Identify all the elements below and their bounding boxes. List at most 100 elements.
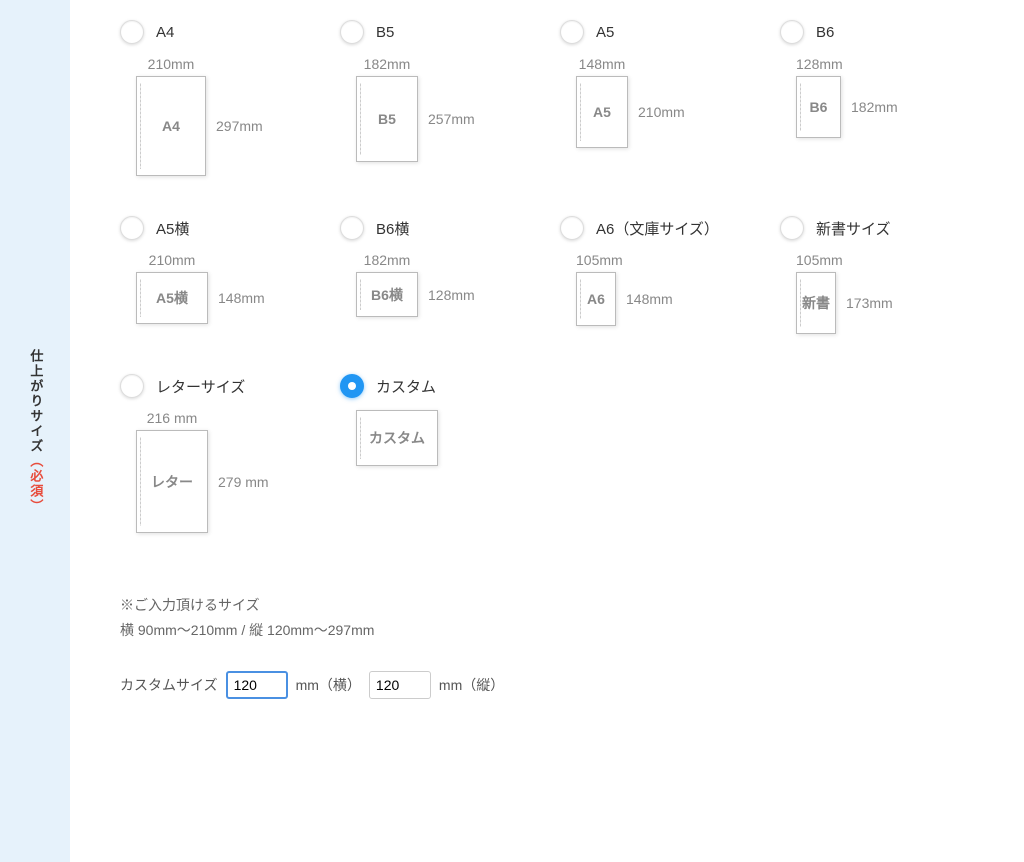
size-option-label: カスタム bbox=[376, 376, 436, 397]
page-preview-row: レター 279 mm bbox=[136, 430, 269, 533]
height-dimension: 279 mm bbox=[218, 474, 269, 490]
section-title: 仕上がりサイズ（必須） bbox=[25, 349, 46, 514]
page-preview-row: A6 148mm bbox=[576, 272, 673, 326]
page-preview-row: B6横 128mm bbox=[356, 272, 475, 317]
size-option-label: A5横 bbox=[156, 218, 189, 239]
size-option-label: B5 bbox=[376, 24, 394, 41]
page-preview-row: A4 297mm bbox=[136, 76, 263, 176]
size-option: 新書サイズ 105mm 新書 173mm bbox=[780, 216, 1000, 334]
main-content: A4 210mm A4 297mm B5 182mm B5 257mm A5 148mm A5 210… bbox=[70, 0, 1024, 862]
radio-button[interactable] bbox=[340, 20, 364, 44]
height-dimension: 148mm bbox=[218, 290, 265, 306]
radio-button[interactable] bbox=[120, 216, 144, 240]
page-preview-box: B6 bbox=[796, 76, 841, 138]
note-line-2: 横 90mm～210mm / 縦 120mm～297mm bbox=[120, 618, 1004, 643]
page-preview-box: B6横 bbox=[356, 272, 418, 317]
size-option-label: A6（文庫サイズ） bbox=[596, 218, 719, 239]
size-option: レターサイズ 216 mm レター 279 mm bbox=[120, 374, 340, 533]
size-option-label: B6横 bbox=[376, 218, 409, 239]
size-radio-row[interactable]: B5 bbox=[340, 20, 560, 44]
size-option-label: レターサイズ bbox=[156, 376, 245, 397]
page-preview-box: A5横 bbox=[136, 272, 208, 324]
custom-size-row: カスタムサイズ mm（横） mm（縦） bbox=[120, 671, 1004, 699]
height-dimension: 257mm bbox=[428, 111, 475, 127]
custom-width-input[interactable] bbox=[226, 671, 288, 699]
size-diagram: 210mm A4 297mm bbox=[136, 56, 340, 176]
size-diagram: 105mm A6 148mm bbox=[576, 252, 780, 326]
size-option: B6横 182mm B6横 128mm bbox=[340, 216, 560, 334]
width-dimension: 105mm bbox=[576, 252, 616, 268]
size-option-label: A5 bbox=[596, 24, 614, 41]
width-dimension: 210mm bbox=[136, 252, 208, 268]
size-radio-row[interactable]: B6 bbox=[780, 20, 1000, 44]
size-option: A6（文庫サイズ） 105mm A6 148mm bbox=[560, 216, 780, 334]
page-preview-row: B6182mm bbox=[796, 76, 898, 138]
section-title-text: 仕上がりサイズ bbox=[28, 349, 43, 454]
size-radio-row[interactable]: A4 bbox=[120, 20, 340, 44]
size-option-label: A4 bbox=[156, 24, 174, 41]
size-option-label: 新書サイズ bbox=[816, 218, 891, 239]
height-dimension: 210mm bbox=[638, 104, 685, 120]
width-dimension: 210mm bbox=[136, 56, 206, 72]
size-option: A5 148mm A5 210mm bbox=[560, 20, 780, 176]
custom-height-unit: mm（縦） bbox=[439, 675, 504, 695]
size-radio-row[interactable]: 新書サイズ bbox=[780, 216, 1000, 240]
size-option-label: B6 bbox=[816, 24, 834, 41]
width-dimension: 105mm bbox=[796, 252, 836, 268]
height-dimension: 128mm bbox=[428, 287, 475, 303]
required-badge: （必須） bbox=[28, 454, 43, 514]
size-diagram: 216 mm レター 279 mm bbox=[136, 410, 340, 533]
size-option: カスタムカスタム bbox=[340, 374, 560, 533]
size-diagram: 148mm A5 210mm bbox=[576, 56, 780, 148]
width-dimension: 182mm bbox=[356, 252, 418, 268]
radio-button[interactable] bbox=[120, 374, 144, 398]
page-preview-row: B5 257mm bbox=[356, 76, 475, 162]
size-radio-row[interactable]: B6横 bbox=[340, 216, 560, 240]
sidebar: 仕上がりサイズ（必須） bbox=[0, 0, 70, 862]
size-diagram: 182mm B6横 128mm bbox=[356, 252, 560, 317]
size-radio-row[interactable]: A5 bbox=[560, 20, 780, 44]
size-radio-row[interactable]: カスタム bbox=[340, 374, 560, 398]
radio-button[interactable] bbox=[120, 20, 144, 44]
page-preview-box: B5 bbox=[356, 76, 418, 162]
radio-button[interactable] bbox=[560, 20, 584, 44]
size-diagram: カスタム bbox=[356, 410, 560, 466]
width-dimension: 128mm bbox=[796, 56, 841, 72]
page-preview-box: A6 bbox=[576, 272, 616, 326]
page-preview-box: A5 bbox=[576, 76, 628, 148]
width-dimension: 216 mm bbox=[136, 410, 208, 426]
page-preview-box: 新書 bbox=[796, 272, 836, 334]
size-radio-row[interactable]: A6（文庫サイズ） bbox=[560, 216, 780, 240]
custom-size-label: カスタムサイズ bbox=[120, 675, 218, 695]
size-option: A5横 210mm A5横 148mm bbox=[120, 216, 340, 334]
size-diagram: 128mm B6182mm bbox=[796, 56, 1000, 138]
page-preview-row: A5 210mm bbox=[576, 76, 685, 148]
radio-button[interactable] bbox=[340, 374, 364, 398]
size-radio-row[interactable]: A5横 bbox=[120, 216, 340, 240]
height-dimension: 173mm bbox=[846, 295, 893, 311]
height-dimension: 297mm bbox=[216, 118, 263, 134]
note-line-1: ※ご入力頂けるサイズ bbox=[120, 593, 1004, 618]
page-preview-box: レター bbox=[136, 430, 208, 533]
page-preview-row: カスタム bbox=[356, 410, 438, 466]
page-preview-row: 新書 173mm bbox=[796, 272, 893, 334]
radio-button[interactable] bbox=[560, 216, 584, 240]
width-dimension: 148mm bbox=[576, 56, 628, 72]
radio-button[interactable] bbox=[780, 216, 804, 240]
size-radio-row[interactable]: レターサイズ bbox=[120, 374, 340, 398]
custom-width-unit: mm（横） bbox=[296, 675, 361, 695]
page-preview-row: A5横 148mm bbox=[136, 272, 265, 324]
radio-button[interactable] bbox=[780, 20, 804, 44]
size-option: B5 182mm B5 257mm bbox=[340, 20, 560, 176]
size-option: A4 210mm A4 297mm bbox=[120, 20, 340, 176]
radio-button[interactable] bbox=[340, 216, 364, 240]
page-preview-box: A4 bbox=[136, 76, 206, 176]
height-dimension: 148mm bbox=[626, 291, 673, 307]
size-options-grid: A4 210mm A4 297mm B5 182mm B5 257mm A5 148mm A5 210… bbox=[120, 20, 1004, 563]
size-diagram: 210mm A5横 148mm bbox=[136, 252, 340, 324]
size-diagram: 182mm B5 257mm bbox=[356, 56, 560, 162]
input-range-note: ※ご入力頂けるサイズ 横 90mm～210mm / 縦 120mm～297mm bbox=[120, 593, 1004, 643]
custom-height-input[interactable] bbox=[369, 671, 431, 699]
width-dimension: 182mm bbox=[356, 56, 418, 72]
size-diagram: 105mm 新書 173mm bbox=[796, 252, 1000, 334]
